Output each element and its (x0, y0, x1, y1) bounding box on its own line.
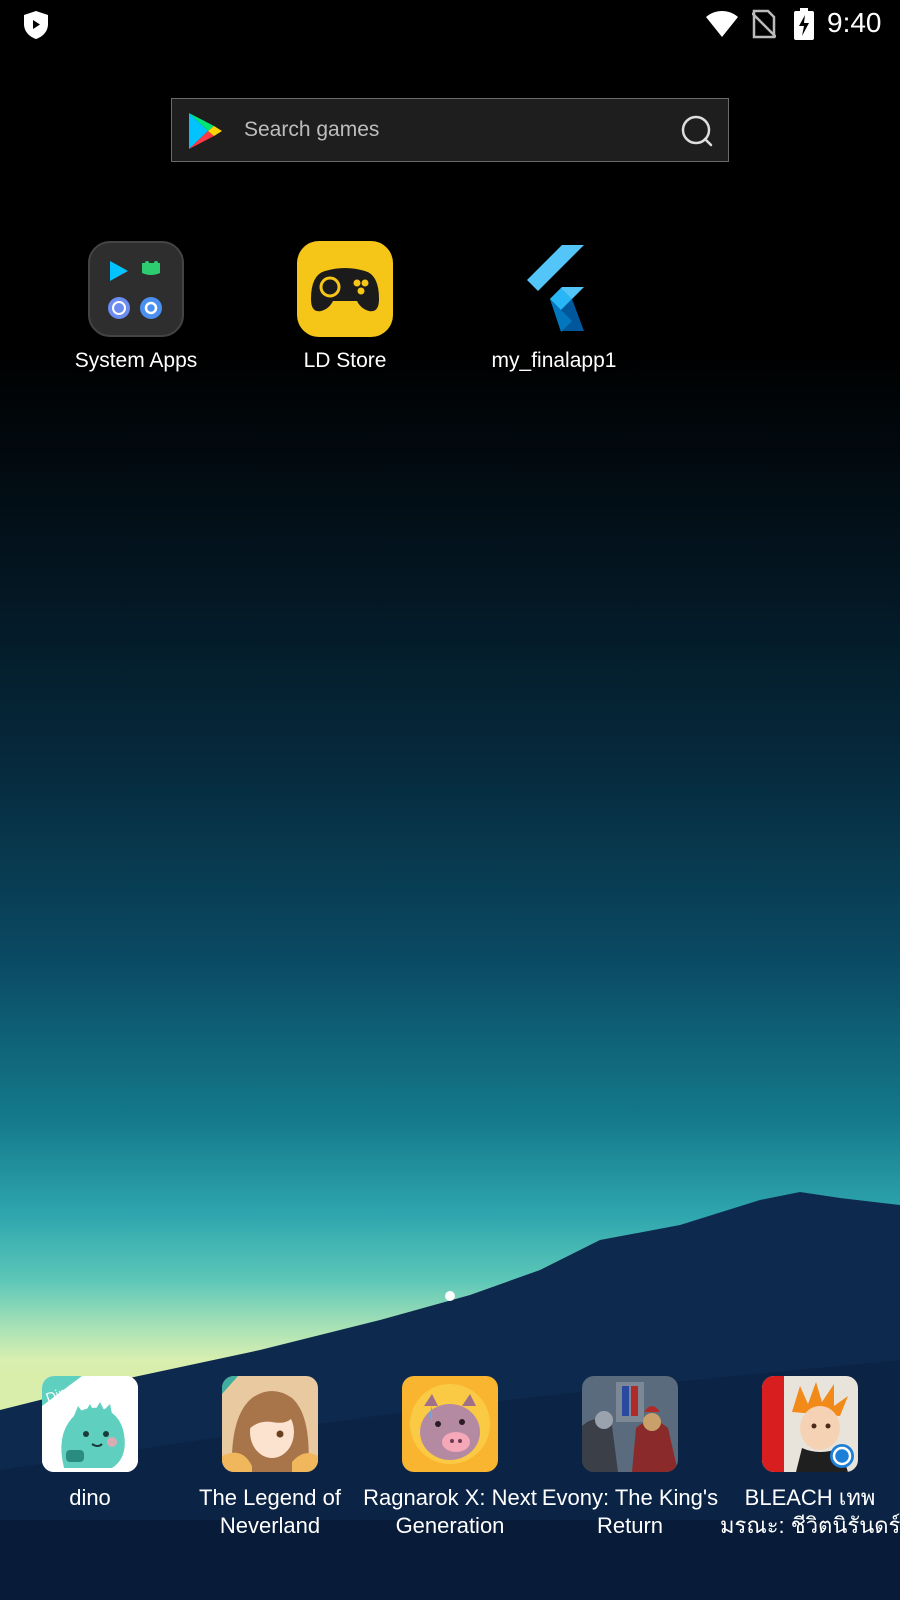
dock-app-label: Neverland (219, 1513, 321, 1538)
flutter-icon (506, 241, 602, 337)
dock-app-bleach[interactable]: BLEACH เทพ มรณะ: ชีวิตนิรันดร์ (720, 1376, 900, 1546)
search-input[interactable]: Search games (244, 118, 379, 142)
search-bar[interactable]: Search games (171, 98, 729, 162)
wifi-icon (706, 11, 738, 37)
app-label: System Apps (74, 349, 198, 372)
shield-icon (24, 11, 48, 39)
dock-app-label: มรณะ: ชีวิตนิรันดร์ (720, 1513, 900, 1538)
no-sim-icon (752, 9, 776, 39)
dock-app-label: dino (69, 1485, 111, 1510)
status-bar: 9:40 (0, 0, 900, 50)
app-ld-store[interactable]: LD Store (245, 241, 445, 381)
page-indicator-dot (445, 1291, 455, 1301)
clock-time: 9:40 (827, 7, 882, 38)
legend-of-neverland-icon (222, 1376, 318, 1472)
ragnarok-x-icon (402, 1376, 498, 1472)
dock-app-label: Ragnarok X: Next (363, 1485, 537, 1510)
evony-icon (582, 1376, 678, 1472)
app-label: LD Store (303, 349, 387, 372)
wallpaper-mountain (0, 1192, 900, 1600)
app-label: my_finalapp1 (491, 349, 617, 372)
dock-app-label: Evony: The King's (541, 1485, 719, 1510)
gamepad-icon (297, 241, 393, 337)
app-system-apps[interactable]: System Apps (36, 241, 236, 381)
play-store-icon (189, 113, 222, 149)
app-my-finalapp1[interactable]: my_finalapp1 (454, 241, 654, 381)
dock-app-label: Return (596, 1513, 664, 1538)
battery-charging-icon (794, 8, 814, 40)
dock-app-label: Generation (395, 1513, 505, 1538)
dock-app-label: The Legend of (199, 1485, 341, 1510)
search-icon[interactable] (680, 114, 714, 148)
dock-app-label: BLEACH เทพ (744, 1485, 876, 1510)
dino-icon: Dino (42, 1376, 138, 1472)
bleach-icon (762, 1376, 858, 1472)
folder-icon (88, 241, 184, 337)
